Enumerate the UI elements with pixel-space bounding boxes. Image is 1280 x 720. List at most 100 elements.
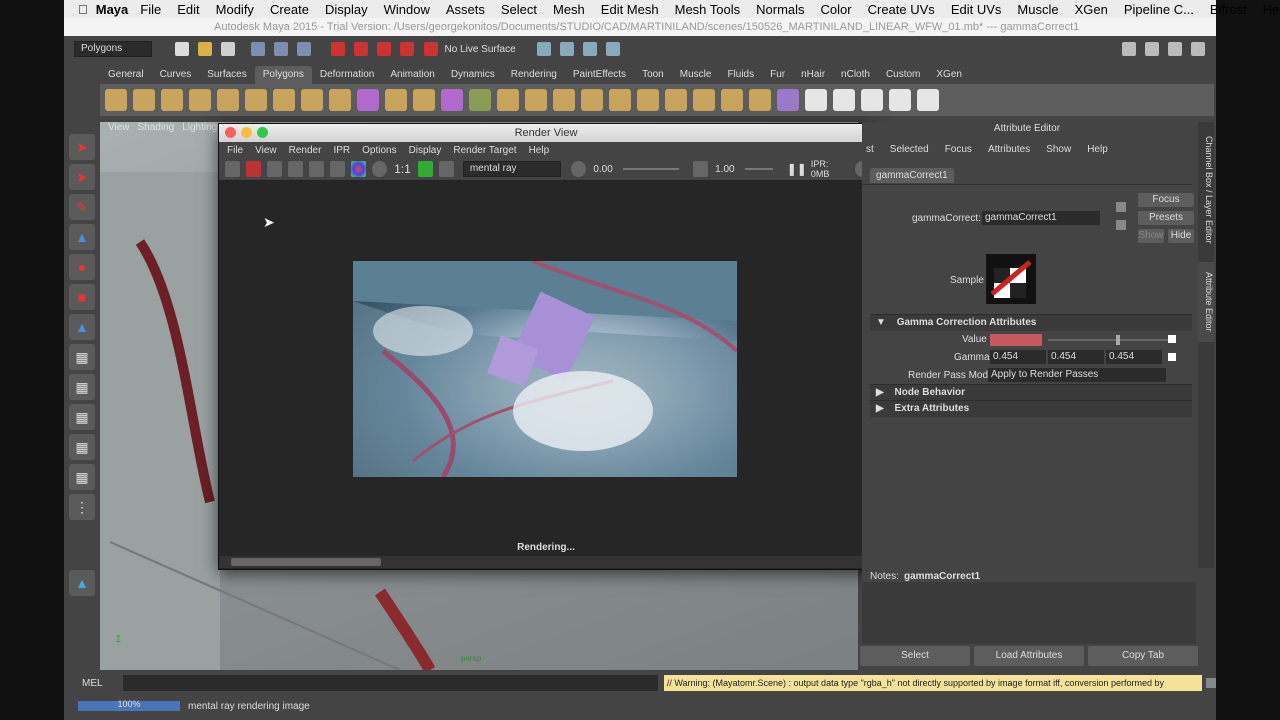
ipr-render-icon[interactable] — [582, 42, 597, 56]
select-button[interactable]: Select — [860, 646, 970, 666]
render-region-icon[interactable] — [246, 161, 262, 177]
apple-icon[interactable]:  — [78, 2, 88, 17]
gamma-z-field[interactable]: 0.454 — [1106, 350, 1162, 364]
checker-uv-icon[interactable] — [805, 89, 827, 111]
menu-window[interactable]: Window — [384, 2, 430, 17]
render-frame-icon[interactable] — [559, 42, 574, 56]
menu-modify[interactable]: Modify — [216, 2, 254, 17]
render-globals-icon[interactable] — [605, 42, 620, 56]
gamma-x-field[interactable]: 0.454 — [990, 350, 1046, 364]
notes-textarea[interactable] — [862, 582, 1196, 644]
merge-icon[interactable] — [581, 89, 603, 111]
shelf-tab-fur[interactable]: Fur — [762, 66, 793, 84]
shelf-tab-polygons[interactable]: Polygons — [254, 66, 312, 84]
value-color-swatch[interactable] — [990, 334, 1042, 346]
menu-assets[interactable]: Assets — [446, 2, 485, 17]
uv-unfold-icon[interactable] — [889, 89, 911, 111]
viewport-menu-shading[interactable]: Shading — [138, 122, 175, 136]
select-tool-icon[interactable]: ➤ — [69, 134, 95, 160]
menu-mesh[interactable]: Mesh — [553, 2, 585, 17]
menu-edit[interactable]: Edit — [177, 2, 199, 17]
menu-file[interactable]: File — [140, 2, 161, 17]
minimize-window-button[interactable] — [241, 127, 252, 138]
rv-menu-options[interactable]: Options — [362, 145, 396, 156]
new-scene-icon[interactable] — [175, 42, 189, 56]
rotate-tool-icon[interactable]: ● — [69, 254, 95, 280]
menu-edit-uvs[interactable]: Edit UVs — [951, 2, 1002, 17]
zoom-window-button[interactable] — [257, 127, 268, 138]
value-slider[interactable] — [1048, 335, 1172, 345]
bevel-icon[interactable] — [609, 89, 631, 111]
live-surface-icon[interactable] — [423, 42, 438, 56]
rv-menu-render[interactable]: Render — [289, 145, 322, 156]
menu-color[interactable]: Color — [821, 2, 852, 17]
combine-icon[interactable] — [357, 89, 379, 111]
section-node-behavior[interactable]: ▶ Node Behavior — [870, 384, 1192, 401]
shelf-tab-rendering[interactable]: Rendering — [503, 66, 565, 84]
copy-tab-button[interactable]: Copy Tab — [1088, 646, 1198, 666]
color-channels-icon[interactable] — [351, 161, 367, 177]
menu-select[interactable]: Select — [501, 2, 537, 17]
rv-menu-render-target[interactable]: Render Target — [453, 145, 516, 156]
rv-menu-display[interactable]: Display — [409, 145, 442, 156]
snap-point-icon[interactable] — [377, 42, 392, 56]
load-attributes-button[interactable]: Load Attributes — [974, 646, 1084, 666]
section-gamma-correction[interactable]: ▼ Gamma Correction Attributes — [870, 314, 1192, 331]
modeling-toolkit-icon[interactable] — [1121, 42, 1136, 56]
menu-set-dropdown[interactable]: Polygons — [74, 41, 152, 57]
planar-mapping-icon[interactable] — [749, 89, 771, 111]
exposure-value[interactable]: 0.00 — [593, 164, 612, 175]
ae-menu-show[interactable]: Show — [1046, 144, 1071, 155]
shelf-tab-muscle[interactable]: Muscle — [672, 66, 720, 84]
shelf-tab-curves[interactable]: Curves — [152, 66, 200, 84]
gamma-slider[interactable] — [744, 168, 773, 170]
attribute-editor-tab[interactable]: Attribute Editor — [1198, 262, 1214, 342]
rv-menu-ipr[interactable]: IPR — [333, 145, 350, 156]
split-polygon-icon[interactable] — [637, 89, 659, 111]
outliner-layout-icon[interactable]: ▦ — [69, 404, 95, 430]
ae-menu-attributes[interactable]: Attributes — [988, 144, 1030, 155]
menu-help[interactable]: Help — [1263, 2, 1280, 17]
poly-pipe-icon[interactable] — [329, 89, 351, 111]
paint-select-icon[interactable]: ✎ — [69, 194, 95, 220]
viewport-menu-lighting[interactable]: Lighting — [182, 122, 217, 136]
menu-bifrost[interactable]: Bifrost — [1210, 2, 1247, 17]
separate-icon[interactable] — [385, 89, 407, 111]
alpha-channel-icon[interactable] — [372, 161, 388, 177]
extrude-icon[interactable] — [469, 89, 491, 111]
sculpt-geometry-icon[interactable] — [721, 89, 743, 111]
redo-render-icon[interactable] — [225, 161, 241, 177]
component-mode-icon[interactable] — [297, 42, 312, 56]
move-tool-icon[interactable]: ▲ — [69, 224, 95, 250]
input-connections-icon[interactable] — [1116, 202, 1126, 212]
menu-xgen[interactable]: XGen — [1075, 2, 1108, 17]
keep-image-icon[interactable] — [417, 161, 433, 177]
ae-menu-selected[interactable]: Selected — [890, 144, 929, 155]
offset-edge-loop-icon[interactable] — [693, 89, 715, 111]
node-tab[interactable]: gammaCorrect1 — [870, 168, 954, 183]
snap-plane-icon[interactable] — [400, 42, 415, 56]
hierarchy-mode-icon[interactable] — [251, 42, 266, 56]
shelf-tab-xgen[interactable]: XGen — [928, 66, 970, 84]
menu-create[interactable]: Create — [270, 2, 309, 17]
poly-torus-icon[interactable] — [245, 89, 267, 111]
gamma-icon[interactable] — [693, 161, 709, 177]
poly-cone-icon[interactable] — [189, 89, 211, 111]
shelf-tab-surfaces[interactable]: Surfaces — [199, 66, 254, 84]
scale-tool-icon[interactable]: ■ — [69, 284, 95, 310]
poly-prism-icon[interactable] — [273, 89, 295, 111]
ae-menu-focus[interactable]: Focus — [945, 144, 972, 155]
object-mode-icon[interactable] — [274, 42, 289, 56]
attribute-editor-toggle-icon[interactable] — [1144, 42, 1159, 56]
node-name-field[interactable]: gammaCorrect1 — [982, 211, 1100, 225]
hide-button[interactable]: Hide — [1168, 229, 1194, 243]
rv-menu-view[interactable]: View — [255, 145, 277, 156]
save-scene-icon[interactable] — [221, 42, 236, 56]
shelf-tab-nhair[interactable]: nHair — [793, 66, 833, 84]
smooth-icon[interactable] — [441, 89, 463, 111]
ae-menu-list[interactable]: st — [866, 144, 874, 155]
poly-plane-icon[interactable] — [217, 89, 239, 111]
focus-button[interactable]: Focus — [1138, 193, 1194, 207]
shelf-tab-ncloth[interactable]: nCloth — [833, 66, 878, 84]
menu-create-uvs[interactable]: Create UVs — [868, 2, 935, 17]
